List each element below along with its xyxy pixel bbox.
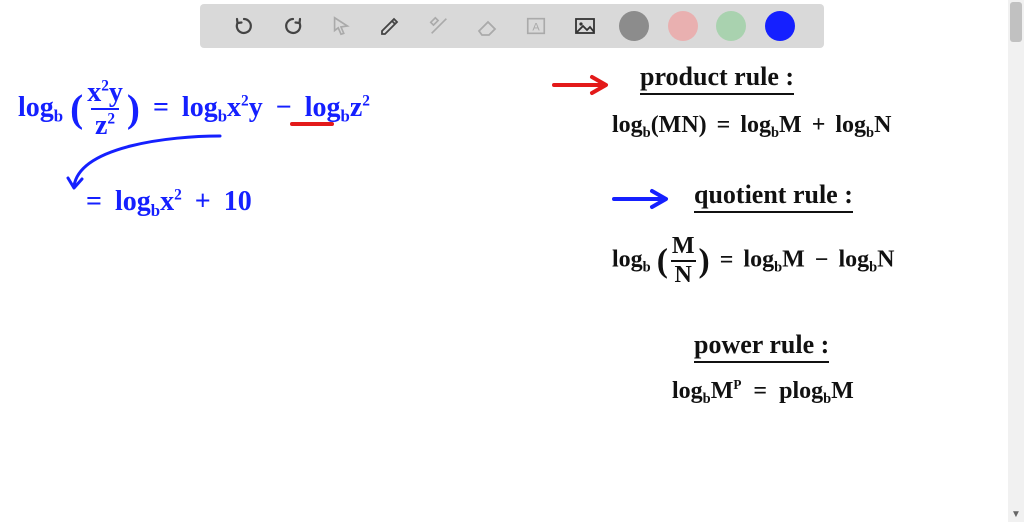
frac-num-x-exp: 2: [101, 78, 109, 95]
whiteboard-canvas[interactable]: { "toolbar": { "undo": "↺", "redo": "↻",…: [0, 0, 1024, 522]
log-text-2: log: [182, 92, 218, 123]
qr-b2: b: [774, 260, 782, 276]
power-rule-title: power rule :: [694, 330, 829, 360]
qr-m: M: [782, 247, 805, 273]
pw-p: p: [779, 378, 792, 404]
power-rule-title-text: power rule :: [694, 330, 829, 363]
pw-exp: P: [733, 377, 741, 392]
l2-x-exp: 2: [174, 187, 182, 204]
log-text-3: log: [305, 92, 341, 123]
color-swatch-pink[interactable]: [668, 11, 698, 41]
frac-den-z-exp: 2: [107, 111, 115, 128]
image-tool-button[interactable]: [570, 11, 600, 41]
equals: =: [153, 92, 169, 123]
log-base-4: b: [151, 201, 160, 220]
power-rule-formula: logbMP = plogbM: [672, 378, 854, 405]
pw-log1: log: [672, 378, 703, 404]
pw-b1: b: [703, 391, 711, 407]
pr-m: M: [779, 112, 802, 138]
pencil-icon: [378, 14, 402, 38]
quotient-rule-title: quotient rule :: [694, 180, 853, 210]
eraser-tool-button[interactable]: [473, 11, 503, 41]
rhs-x: x: [227, 92, 241, 123]
undo-icon: [232, 14, 256, 38]
color-swatch-green[interactable]: [716, 11, 746, 41]
red-underline-mark: [290, 122, 334, 126]
qr-n: N: [877, 247, 894, 273]
pw-eq: =: [753, 378, 767, 404]
pw-m2: M: [831, 378, 854, 404]
pr-b3: b: [866, 125, 874, 141]
pr-log1: log: [612, 112, 643, 138]
qr-b3: b: [869, 260, 877, 276]
arrow-to-quotient-rule: [608, 186, 678, 212]
pw-m: M: [711, 378, 734, 404]
pointer-tool-button[interactable]: [326, 11, 356, 41]
pr-b2: b: [771, 125, 779, 141]
pencil-tool-button[interactable]: [375, 11, 405, 41]
undo-button[interactable]: [229, 11, 259, 41]
eraser-icon: [476, 14, 500, 38]
log-base-2: b: [218, 107, 227, 126]
work-line-2: = logbx2 + 10: [86, 186, 252, 218]
qr-log2: log: [743, 247, 774, 273]
color-swatch-blue[interactable]: [765, 11, 795, 41]
redo-icon: [281, 14, 305, 38]
equals-2: =: [86, 186, 102, 217]
svg-text:A: A: [533, 22, 541, 34]
qr-b1: b: [643, 260, 651, 276]
pr-mn: (MN): [651, 112, 707, 138]
quotient-rule-formula: logb ( M N ) = logbM − logbN: [612, 234, 894, 288]
qr-log1: log: [612, 247, 643, 273]
pr-n: N: [874, 112, 891, 138]
minus: −: [276, 92, 292, 123]
qr-eq: =: [720, 247, 734, 273]
qr-frac-num: M: [668, 234, 699, 260]
product-rule-title-text: product rule :: [640, 62, 794, 95]
l2-x: x: [160, 186, 174, 217]
l2-tail: 10: [224, 186, 252, 217]
rhs-y: y: [249, 92, 263, 123]
log-text-4: log: [115, 186, 151, 217]
scrollbar-thumb[interactable]: [1010, 2, 1022, 42]
rhs-x-exp: 2: [241, 92, 249, 109]
pr-log3: log: [835, 112, 866, 138]
pr-plus: +: [812, 112, 826, 138]
pr-eq: =: [717, 112, 731, 138]
quotient-rule-title-text: quotient rule :: [694, 180, 853, 213]
pw-b2: b: [823, 391, 831, 407]
log-text: log: [18, 92, 54, 123]
frac-num-x: x: [87, 77, 101, 108]
qr-minus: −: [815, 247, 829, 273]
product-rule-formula: logb(MN) = logbM + logbN: [612, 112, 891, 139]
tools-button[interactable]: [424, 11, 454, 41]
log-base: b: [54, 107, 63, 126]
arrow-to-product-rule: [548, 72, 618, 98]
product-rule-title: product rule :: [640, 62, 794, 92]
color-swatch-gray[interactable]: [619, 11, 649, 41]
pr-b1: b: [643, 125, 651, 141]
qr-log3: log: [838, 247, 869, 273]
whiteboard-toolbar: A: [200, 4, 824, 48]
log-base-3: b: [341, 107, 350, 126]
pointer-icon: [330, 15, 352, 37]
plus: +: [195, 186, 211, 217]
textbox-icon: A: [525, 15, 547, 37]
vertical-scrollbar[interactable]: ▲ ▼: [1008, 0, 1024, 522]
redo-button[interactable]: [278, 11, 308, 41]
rhs-z-exp: 2: [362, 92, 370, 109]
qr-frac-den: N: [671, 260, 696, 288]
scroll-down-arrow-icon[interactable]: ▼: [1008, 506, 1024, 522]
image-icon: [573, 14, 597, 38]
pw-log2: log: [792, 378, 823, 404]
rhs-z: z: [350, 92, 362, 123]
pr-log2: log: [740, 112, 771, 138]
hammer-icon: [428, 15, 450, 37]
frac-num-y: y: [109, 77, 123, 108]
text-tool-button[interactable]: A: [521, 11, 551, 41]
